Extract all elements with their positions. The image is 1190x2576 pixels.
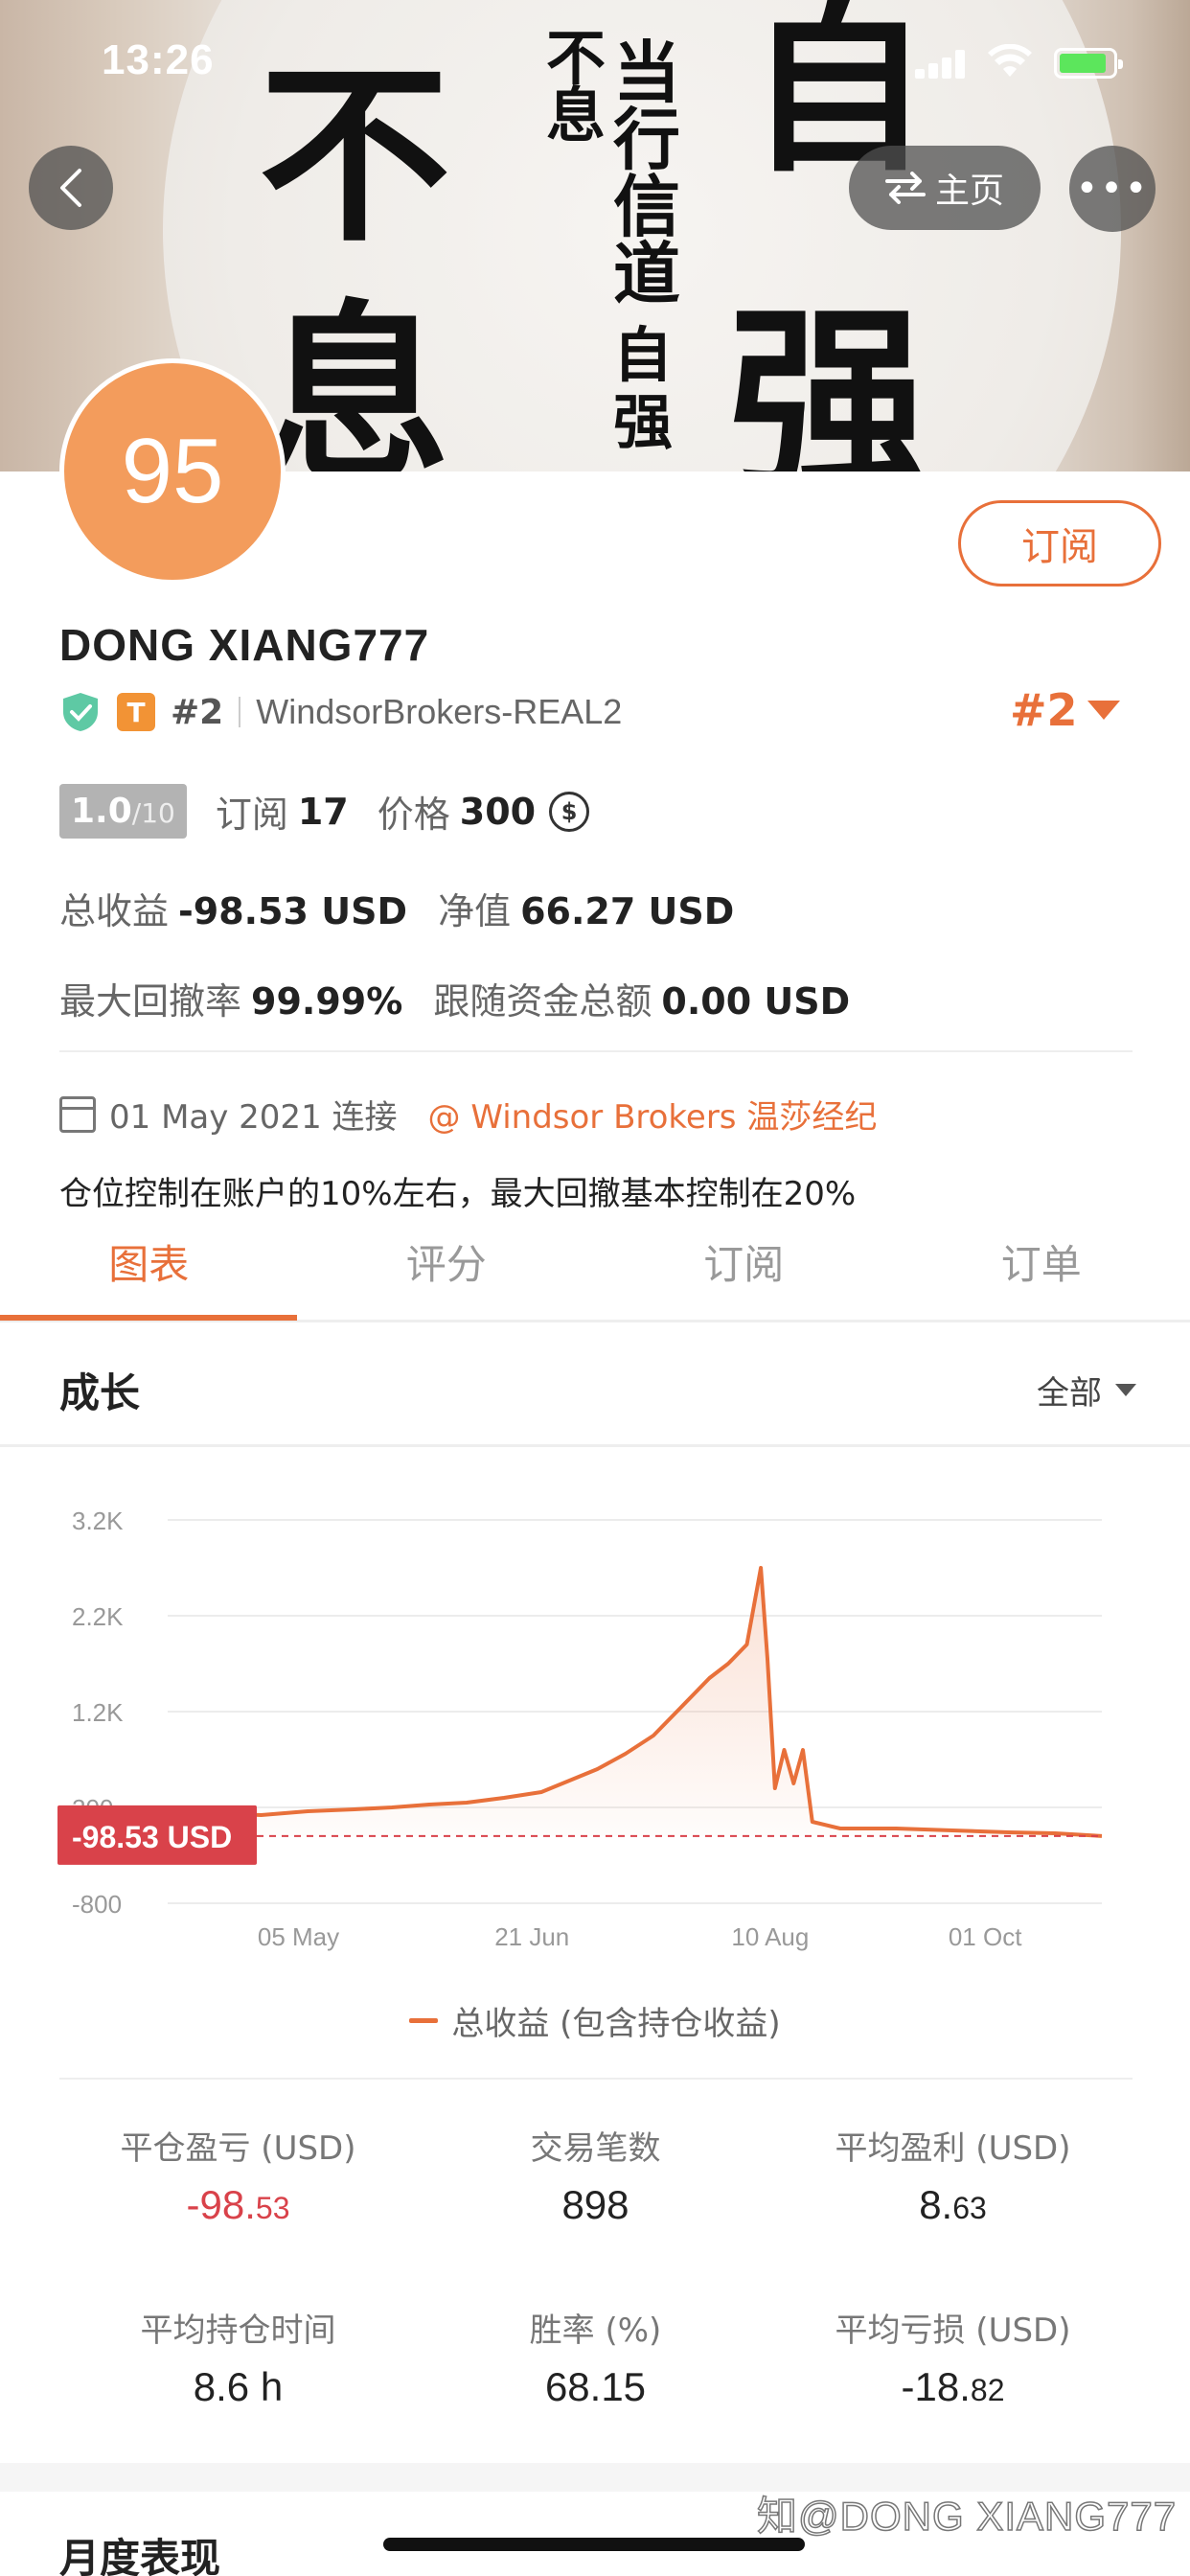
swap-icon (884, 172, 926, 204)
price-label: 价格 (377, 794, 450, 836)
score-avatar: 95 (59, 358, 286, 585)
x-tick-label: 05 May (258, 1922, 339, 1951)
price-value: 300 (459, 790, 537, 833)
y-tick-label: -800 (72, 1890, 122, 1919)
subscribe-button[interactable]: 订阅 (958, 500, 1161, 586)
equity-value: 66.27 USD (520, 890, 735, 932)
chart-legend: 总收益 (包含持仓收益) (0, 1997, 1190, 2044)
stat-avg-loss: 平均亏损 (USD) -18.82 (835, 2312, 1071, 2409)
t-badge-icon: T (117, 693, 155, 731)
calligraphy-char: 道 (613, 234, 680, 313)
y-tick-label: 3.2K (72, 1506, 124, 1535)
follow-label: 跟随资金总额 (433, 980, 652, 1023)
tab-orders[interactable]: 订单 (893, 1230, 1190, 1320)
calligraphy-char: 强 (728, 284, 930, 472)
score-value: 95 (121, 420, 224, 522)
chevron-left-icon (60, 169, 81, 207)
rank-big: #2 (1010, 684, 1078, 736)
tab-subscribe[interactable]: 订阅 (595, 1230, 893, 1320)
calligraphy-char: 强 (613, 387, 674, 457)
triangle-down-icon (1115, 1384, 1136, 1396)
range-filter[interactable]: 全部 (1037, 1367, 1136, 1414)
rank-dropdown[interactable]: #2 (1010, 684, 1120, 736)
monthly-title: 月度表现 (59, 2535, 221, 2576)
version-stats-row: 1.0/10 订阅 17 价格 300 $ (59, 784, 590, 839)
shield-check-icon (63, 693, 98, 731)
more-button[interactable]: ••• (1069, 146, 1156, 232)
follow-value: 0.00 USD (661, 980, 851, 1023)
rank-small: #2 (171, 692, 224, 732)
total-return-value: -98.53 USD (178, 890, 407, 932)
x-tick-label: 21 Jun (494, 1922, 569, 1951)
current-value-label: -98.53 USD (72, 1820, 232, 1854)
divider (239, 697, 241, 727)
growth-chart: 3.2K2.2K1.2K200-800 05 May21 Jun10 Aug01… (57, 1506, 1103, 1951)
max-dd-label: 最大回撤率 (59, 980, 242, 1023)
max-dd-value: 99.99% (251, 980, 403, 1023)
filter-label: 全部 (1037, 1374, 1102, 1413)
version-badge: 1.0/10 (59, 784, 187, 839)
more-dots-icon: ••• (1075, 167, 1150, 211)
divider (59, 2078, 1133, 2080)
section-title: 成长 (59, 1369, 141, 1416)
legend-label: 总收益 (包含持仓收益) (451, 2005, 781, 2043)
home-indicator[interactable] (383, 2538, 805, 2551)
back-button[interactable] (29, 146, 113, 230)
calendar-icon (59, 1095, 96, 1133)
stat-avg-hold-time: 平均持仓时间 8.6 h (140, 2312, 336, 2409)
stat-avg-profit: 平均盈利 (USD) 8.63 (835, 2129, 1071, 2227)
y-tick-label: 1.2K (72, 1698, 124, 1727)
trader-name: DONG XIANG777 (59, 620, 430, 670)
connect-row: 01 May 2021 连接 @ Windsor Brokers 温莎经纪 (59, 1091, 877, 1138)
signal-icon (915, 50, 969, 79)
broker-account: WindsorBrokers-REAL2 (256, 692, 623, 731)
x-tick-label: 01 Oct (949, 1922, 1022, 1951)
broker-link[interactable]: @ Windsor Brokers 温莎经纪 (428, 1091, 878, 1138)
home-button[interactable]: 主页 (849, 146, 1041, 230)
total-return-label: 总收益 (59, 890, 170, 932)
strategy-description: 仓位控制在账户的10%左右，最大回撤基本控制在20% (59, 1175, 857, 1213)
wifi-icon (988, 44, 1032, 77)
connect-date: 01 May 2021 连接 (109, 1098, 398, 1137)
trader-meta: T #2 WindsorBrokers-REAL2 (59, 688, 622, 736)
stat-trade-count: 交易笔数 898 (530, 2129, 661, 2227)
legend-swatch (409, 2018, 439, 2023)
growth-header: 成长 全部 (0, 1322, 1190, 1447)
status-bar: 13:26 (0, 0, 1190, 125)
divider (59, 1050, 1133, 1052)
x-tick-label: 10 Aug (731, 1922, 809, 1951)
y-tick-label: 2.2K (72, 1602, 124, 1631)
tab-rating[interactable]: 评分 (298, 1230, 596, 1320)
triangle-down-icon (1087, 701, 1120, 720)
tab-chart[interactable]: 图表 (0, 1230, 298, 1320)
subs-label: 订阅 (215, 794, 288, 836)
equity-label: 净值 (438, 890, 512, 932)
tab-indicator (0, 1315, 297, 1321)
calligraphy-char: 息 (259, 283, 451, 472)
battery-icon (1054, 48, 1123, 79)
stat-closed-pnl: 平仓盈亏 (USD) -98.53 (120, 2129, 356, 2227)
growth-area (168, 1568, 1102, 1836)
return-row: 总收益 -98.53 USD 净值 66.27 USD (59, 882, 734, 934)
status-time: 13:26 (102, 36, 215, 83)
drawdown-row: 最大回撤率 99.99% 跟随资金总额 0.00 USD (59, 972, 850, 1024)
coin-icon: $ (549, 791, 590, 832)
home-label: 主页 (934, 172, 1004, 211)
tab-bar: 图表 评分 订阅 订单 (0, 1230, 1190, 1322)
subs-count: 17 (297, 790, 349, 833)
stat-win-rate: 胜率 (%) 68.15 (529, 2312, 662, 2409)
watermark-text: 知@DONG XIANG777 (756, 2493, 1178, 2540)
